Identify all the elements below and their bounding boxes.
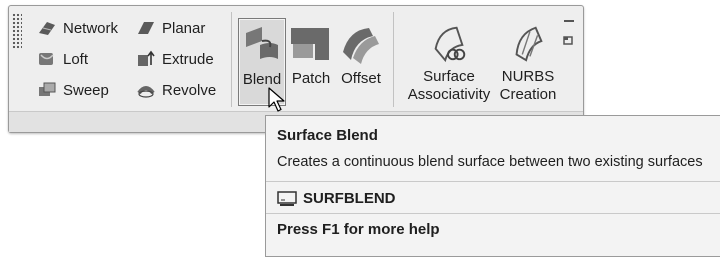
loft-label: Loft [63,50,89,68]
network-label: Network [63,19,119,37]
extrude-button[interactable]: Extrude [136,48,214,70]
planar-surface-icon [138,22,154,34]
tooltip-divider [266,181,720,182]
offset-label: Offset [341,70,381,87]
tooltip-description: Creates a continuous blend surface betwe… [277,154,703,170]
patch-icon [291,28,329,60]
group-divider [231,12,232,107]
panel-grip-handle[interactable] [12,13,22,49]
revolve-icon [137,86,155,98]
loft-button[interactable]: Loft [37,48,88,70]
extrude-icon [138,50,155,66]
surface-associativity-label-line2: Associativity [407,86,491,103]
network-surface-icon [39,22,55,35]
tooltip: Surface Blend Creates a continuous blend… [265,115,720,257]
surface-associativity-label-line1: Surface [423,68,475,85]
blend-icon [246,27,278,59]
ribbon-panel: Network Loft Sweep Planar Extrude Revolv… [8,5,584,133]
tooltip-divider [266,213,720,214]
surface-associativity-button[interactable]: Surface Associativity [401,18,497,104]
extrude-label: Extrude [162,50,214,68]
revolve-button[interactable]: Revolve [136,79,216,101]
mouse-cursor-icon [268,87,285,112]
planar-label: Planar [162,19,206,37]
sweep-icon [39,82,56,96]
tooltip-help-text: Press F1 for more help [277,221,440,238]
patch-label: Patch [291,70,331,87]
nurbs-creation-icon [515,26,543,62]
group-divider [393,12,394,107]
revolve-label: Revolve [162,81,217,99]
nurbs-creation-label-line1: NURBS [501,68,555,85]
tooltip-command: SURFBLEND [277,190,396,207]
network-button[interactable]: Network [37,17,118,39]
loft-icon [39,53,54,65]
sweep-label: Sweep [63,81,109,99]
panel-pin-icon[interactable] [563,36,575,46]
nurbs-creation-button[interactable]: NURBS Creation [499,18,557,104]
tooltip-command-name: SURFBLEND [303,190,396,207]
offset-button[interactable]: Offset [339,18,383,104]
tooltip-title: Surface Blend [277,127,378,144]
surface-associativity-icon [434,26,466,63]
planar-button[interactable]: Planar [136,17,205,39]
offset-icon [343,28,379,64]
panel-minimize-icon[interactable] [563,19,575,27]
command-line-icon [277,190,297,206]
nurbs-creation-label-line2: Creation [499,86,557,103]
patch-button[interactable]: Patch [289,18,333,104]
panel-corner-controls [563,14,575,51]
sweep-button[interactable]: Sweep [37,79,109,101]
